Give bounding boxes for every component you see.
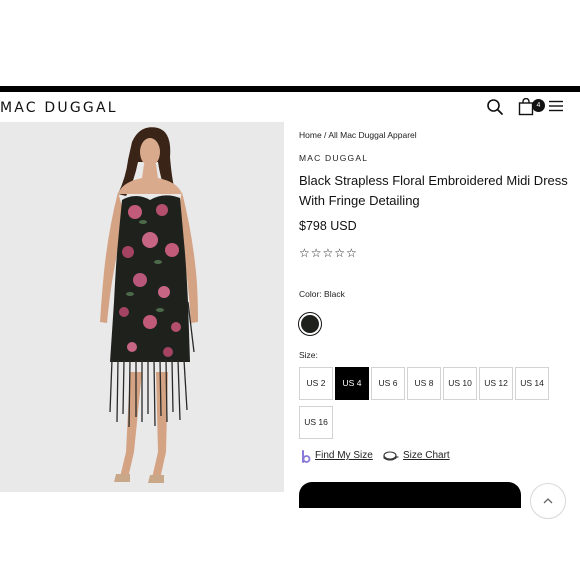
size-option-us10[interactable]: US 10 (443, 367, 477, 400)
site-header: MAC DUGGAL (0, 92, 580, 122)
tape-measure-icon (383, 451, 399, 461)
product-image[interactable] (0, 122, 284, 492)
size-option-us14[interactable]: US 14 (515, 367, 549, 400)
size-option-us8[interactable]: US 8 (407, 367, 441, 400)
size-label: Size: (299, 350, 318, 360)
size-option-us4[interactable]: US 4 (335, 367, 369, 400)
scroll-up-button[interactable] (530, 483, 566, 519)
size-option-us12[interactable]: US 12 (479, 367, 513, 400)
color-swatch-black[interactable] (298, 312, 322, 336)
chevron-up-icon (543, 498, 553, 504)
breadcrumb-home[interactable]: Home (299, 130, 322, 140)
size-option-us16[interactable]: US 16 (299, 406, 333, 439)
size-option-us2[interactable]: US 2 (299, 367, 333, 400)
find-my-size-icon (302, 450, 311, 463)
size-option-us6[interactable]: US 6 (371, 367, 405, 400)
rating-stars[interactable]: ☆☆☆☆☆ (299, 246, 358, 260)
product-title: Black Strapless Floral Embroidered Midi … (299, 173, 568, 208)
brand-logo[interactable]: MAC DUGGAL (0, 100, 118, 116)
search-icon[interactable] (486, 98, 506, 118)
size-chart-link[interactable]: Size Chart (403, 450, 450, 461)
cart-count-badge: 4 (532, 99, 545, 112)
swatch-fill (301, 315, 319, 333)
breadcrumb-collection[interactable]: All Mac Duggal Apparel (328, 130, 416, 140)
breadcrumb: Home / All Mac Duggal Apparel (299, 130, 417, 140)
find-my-size-link[interactable]: Find My Size (315, 450, 373, 461)
color-label: Color: Black (299, 289, 345, 299)
add-to-cart-button[interactable] (299, 482, 521, 508)
hamburger-menu-icon[interactable] (548, 98, 568, 118)
product-price: $798 USD (299, 219, 357, 233)
product-brand: MAC DUGGAL (299, 153, 369, 163)
